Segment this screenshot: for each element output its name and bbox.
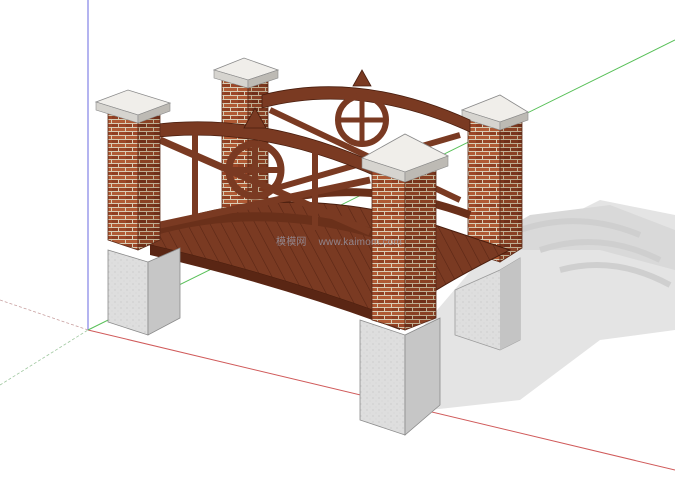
post-back-right[interactable] (454, 94, 529, 351)
watermark-url: www.kaimom.com (318, 237, 402, 248)
post-front-right[interactable] (359, 133, 449, 436)
red-axis-negative (0, 299, 89, 331)
watermark: 模模网 www.kaimom.com (276, 233, 414, 248)
watermark-site-name: 模模网 (276, 237, 307, 248)
3d-viewport[interactable]: 模模网 www.kaimom.com (0, 0, 675, 480)
green-axis-negative (0, 329, 89, 386)
